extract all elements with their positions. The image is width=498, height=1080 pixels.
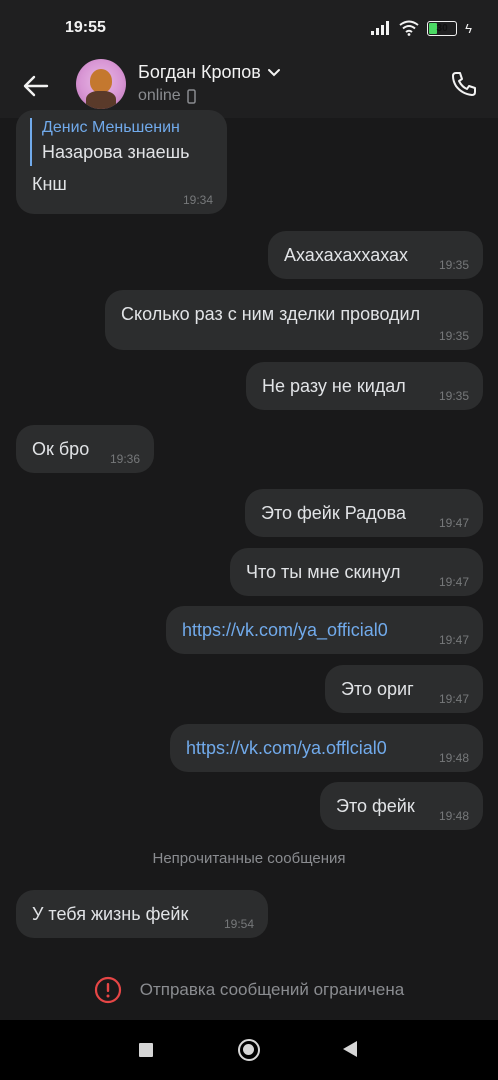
online-status: online bbox=[138, 87, 181, 104]
message-text: Это фейк bbox=[336, 796, 415, 816]
status-time: 19:55 bbox=[65, 19, 106, 36]
message-text: Не разу не кидал bbox=[262, 376, 406, 396]
message-text: Это ориг bbox=[341, 679, 414, 699]
back-button[interactable] bbox=[18, 68, 54, 104]
message-time: 19:36 bbox=[109, 452, 140, 466]
message-time: 19:47 bbox=[438, 516, 469, 530]
message-bubble[interactable]: Ахахахаххахах 19:35 bbox=[268, 231, 483, 279]
avatar[interactable] bbox=[76, 59, 126, 109]
phone-icon bbox=[452, 72, 476, 96]
contact-status: online bbox=[138, 87, 196, 105]
message-time: 19:35 bbox=[438, 258, 469, 272]
battery-level: 30 bbox=[436, 22, 448, 34]
message-time: 19:35 bbox=[438, 389, 469, 403]
charging-icon: ϟ bbox=[465, 20, 472, 36]
system-nav-bar bbox=[0, 1020, 498, 1080]
reply-quote[interactable]: Денис Меньшенин Назарова знаешь bbox=[30, 118, 190, 166]
message-bubble[interactable]: Это ориг 19:47 bbox=[325, 665, 483, 713]
alert-icon bbox=[94, 976, 121, 1004]
mobile-icon bbox=[186, 88, 196, 104]
message-time: 19:48 bbox=[438, 751, 469, 765]
battery-icon: 30 bbox=[427, 20, 458, 36]
message-bubble[interactable]: https://vk.com/ya.offlcial0 19:48 bbox=[170, 724, 483, 772]
unread-divider: Непрочитанные сообщения bbox=[152, 850, 346, 867]
message-time: 19:54 bbox=[223, 917, 254, 931]
wifi-icon bbox=[399, 20, 419, 36]
back-arrow-icon bbox=[23, 75, 49, 97]
status-icons: 30 ϟ bbox=[371, 20, 472, 36]
message-bubble[interactable]: Денис Меньшенин Назарова знаешь Кнш 19:3… bbox=[16, 110, 227, 214]
signal-icon bbox=[371, 21, 390, 35]
message-text: Сколько раз с ним зделки проводил bbox=[121, 304, 421, 324]
message-bubble[interactable]: У тебя жизнь фейк 19:54 bbox=[16, 890, 268, 938]
recents-button[interactable] bbox=[139, 1043, 153, 1057]
message-bubble[interactable]: Ок бро 19:36 bbox=[16, 425, 154, 473]
restriction-text: Отправка сообщений ограничена bbox=[139, 980, 405, 999]
message-bubble[interactable]: Не разу не кидал 19:35 bbox=[246, 362, 483, 410]
message-time: 19:47 bbox=[438, 692, 469, 706]
message-time: 19:34 bbox=[182, 193, 213, 207]
message-text: Ок бро bbox=[32, 439, 90, 459]
message-list[interactable]: Денис Меньшенин Назарова знаешь Кнш 19:3… bbox=[0, 110, 498, 960]
message-text: Кнш bbox=[32, 174, 67, 194]
message-link[interactable]: https://vk.com/ya_official0 bbox=[182, 620, 388, 641]
message-time: 19:47 bbox=[438, 575, 469, 589]
message-bubble[interactable]: Сколько раз с ним зделки проводил 19:35 bbox=[105, 290, 483, 350]
message-bubble[interactable]: https://vk.com/ya_official0 19:47 bbox=[166, 606, 483, 654]
reply-text: Назарова знаешь bbox=[42, 142, 190, 162]
message-bubble[interactable]: Что ты мне скинул 19:47 bbox=[230, 548, 483, 596]
messaging-restricted-banner: Отправка сообщений ограничена bbox=[0, 960, 498, 1020]
message-time: 19:47 bbox=[438, 633, 469, 647]
message-text: Ахахахаххахах bbox=[284, 245, 409, 265]
message-bubble[interactable]: Это фейк Радова 19:47 bbox=[245, 489, 483, 537]
message-link[interactable]: https://vk.com/ya.offlcial0 bbox=[186, 738, 387, 759]
status-bar: 19:55 30 ϟ bbox=[0, 0, 498, 58]
chat-header: Богдан Кропов online bbox=[0, 58, 498, 118]
message-time: 19:35 bbox=[438, 329, 469, 343]
call-button[interactable] bbox=[446, 66, 482, 102]
home-button[interactable] bbox=[238, 1039, 260, 1061]
system-back-button[interactable] bbox=[343, 1041, 357, 1057]
message-time: 19:48 bbox=[438, 809, 469, 823]
message-text: У тебя жизнь фейк bbox=[32, 904, 189, 924]
message-bubble[interactable]: Это фейк 19:48 bbox=[320, 782, 483, 830]
message-text: Это фейк Радова bbox=[261, 503, 407, 523]
contact-name: Богдан Кропов bbox=[138, 62, 261, 82]
contact-name-button[interactable]: Богдан Кропов bbox=[138, 62, 281, 83]
chevron-down-icon bbox=[267, 68, 280, 76]
message-text: Что ты мне скинул bbox=[246, 562, 401, 582]
reply-author: Денис Меньшенин bbox=[42, 119, 180, 136]
